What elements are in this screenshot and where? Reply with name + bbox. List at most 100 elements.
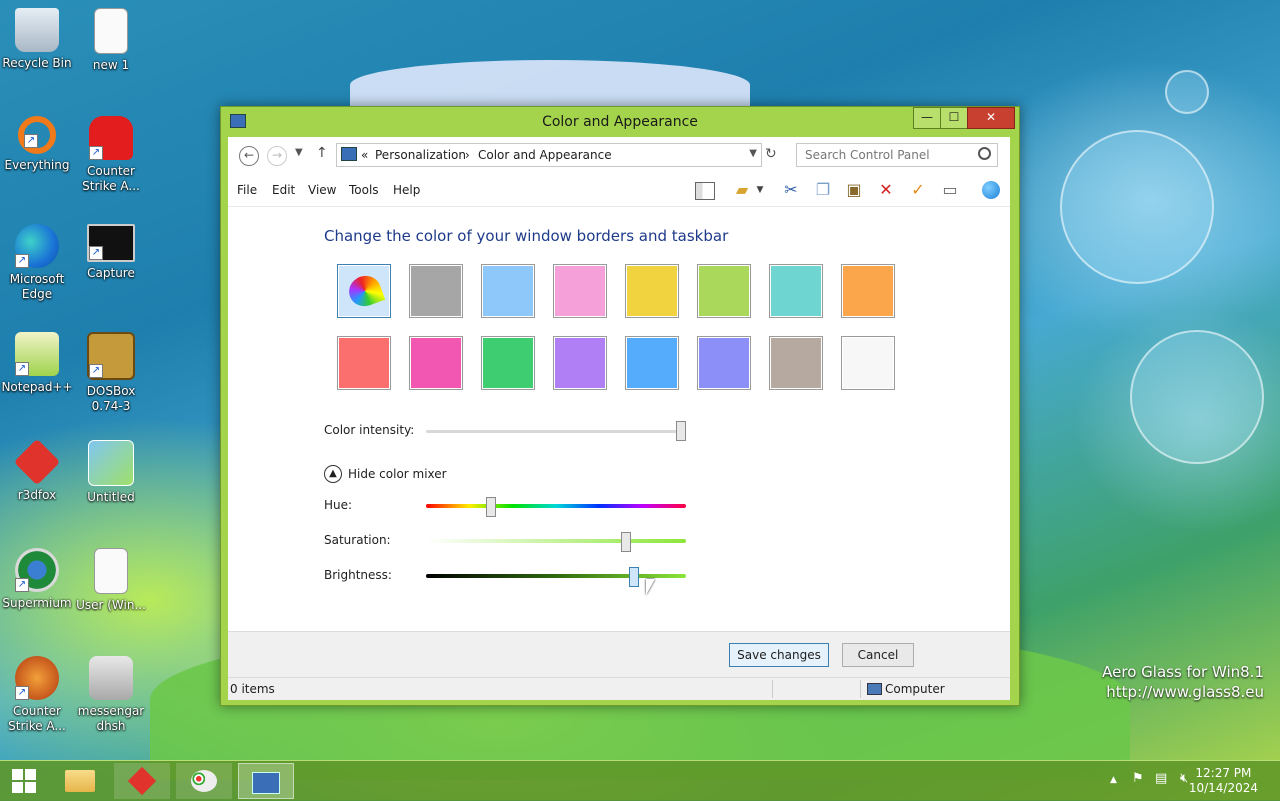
desktop-icon-r3dfox[interactable]: r3dfox — [1, 438, 73, 503]
color-swatch[interactable] — [553, 264, 607, 318]
color-swatch[interactable] — [841, 336, 895, 390]
swatch-fill — [627, 266, 677, 316]
delete-icon[interactable]: ✕ — [875, 179, 897, 201]
saturation-slider-thumb[interactable] — [621, 532, 631, 552]
checkmark-icon[interactable]: ✓ — [907, 179, 929, 201]
system-clock[interactable]: 12:27 PM 10/14/2024 — [1189, 766, 1258, 796]
menu-edit[interactable]: Edit — [272, 183, 295, 197]
swatch-fill — [411, 266, 461, 316]
desktop-icon-messengar[interactable]: messengar dhsh — [75, 656, 147, 734]
desktop-icon-untitled[interactable]: Untitled — [75, 440, 147, 505]
clock-date: 10/14/2024 — [1188, 781, 1258, 795]
search-icon[interactable] — [978, 147, 991, 160]
color-swatch[interactable] — [769, 336, 823, 390]
hue-slider-thumb[interactable] — [486, 497, 496, 517]
taskbar-r3dfox[interactable] — [114, 763, 170, 799]
color-swatch[interactable] — [841, 264, 895, 318]
breadcrumb-separator: › — [465, 148, 470, 162]
recent-pages-chevron-icon[interactable]: ▼ — [295, 147, 303, 158]
browser-icon — [127, 766, 157, 796]
desktop-icon-dosbox[interactable]: ↗ DOSBox 0.74-3 — [75, 332, 147, 414]
taskbar-paint[interactable] — [176, 763, 232, 799]
maximize-button[interactable]: ☐ — [940, 107, 968, 129]
desktop-icon-counter-strike-2[interactable]: ↗ Counter Strike A... — [1, 656, 73, 734]
desktop-icon-counter-strike[interactable]: ↗ Counter Strike A... — [75, 116, 147, 194]
up-arrow-icon[interactable]: ↑ — [316, 145, 328, 161]
color-swatch[interactable] — [481, 336, 535, 390]
breadcrumb-personalization[interactable]: Personalization — [375, 148, 466, 162]
color-swatch[interactable] — [697, 336, 751, 390]
aero-glass-watermark: Aero Glass for Win8.1 http://www.glass8.… — [1102, 663, 1264, 701]
desktop-icon-user[interactable]: User (Win... — [75, 548, 147, 613]
back-button[interactable]: ← — [239, 146, 259, 166]
close-button[interactable]: ✕ — [967, 107, 1015, 129]
cut-icon[interactable]: ✂ — [780, 179, 802, 201]
capture-icon: ↗ — [87, 224, 135, 262]
color-swatch[interactable] — [625, 264, 679, 318]
desktop-icon-label: DOSBox 0.74-3 — [86, 384, 136, 413]
network-icon[interactable]: ▤ — [1155, 771, 1167, 786]
hide-mixer-toggle[interactable]: ▲ Hide color mixer — [324, 465, 454, 485]
minimize-button[interactable]: — — [913, 107, 941, 129]
color-swatch-automatic[interactable] — [337, 264, 391, 318]
color-swatch[interactable] — [553, 336, 607, 390]
action-center-flag-icon[interactable]: ⚑ — [1132, 771, 1144, 786]
color-swatch[interactable] — [409, 336, 463, 390]
window-titlebar[interactable]: Color and Appearance — ☐ ✕ — [221, 107, 1019, 137]
paste-icon[interactable]: ▣ — [843, 179, 865, 201]
layout-pane-icon[interactable] — [694, 179, 716, 201]
copy-icon[interactable]: ❐ — [812, 179, 834, 201]
dropdown-chevron-icon[interactable]: ▼ — [754, 179, 766, 201]
taskbar-file-explorer[interactable] — [52, 763, 108, 799]
brightness-slider-thumb[interactable] — [628, 567, 639, 587]
desktop-icon-supermium[interactable]: ↗ Supermium — [1, 548, 73, 611]
color-swatch[interactable] — [769, 264, 823, 318]
address-bar[interactable]: « Personalization › Color and Appearance… — [336, 143, 762, 167]
globe-icon[interactable] — [980, 179, 1002, 201]
start-button[interactable] — [0, 763, 48, 799]
brightness-track[interactable] — [426, 574, 686, 578]
properties-icon[interactable]: ▭ — [939, 179, 961, 201]
desktop-icon-everything[interactable]: ↗ Everything — [1, 116, 73, 173]
control-panel-icon — [341, 147, 357, 161]
color-swatch[interactable] — [481, 264, 535, 318]
menu-tools[interactable]: Tools — [349, 183, 379, 197]
desktop-icon-notepadpp[interactable]: ↗ Notepad++ — [1, 332, 73, 395]
color-swatch[interactable] — [625, 336, 679, 390]
breadcrumb-color-appearance[interactable]: Color and Appearance — [478, 148, 612, 162]
address-dropdown-chevron-icon[interactable]: ▼ — [749, 148, 757, 159]
watermark-line1: Aero Glass for Win8.1 — [1102, 663, 1264, 681]
refresh-icon[interactable]: ↻ — [765, 146, 777, 162]
color-appearance-window: Color and Appearance — ☐ ✕ ← → ▼ ↑ « Per… — [220, 106, 1020, 706]
cancel-button[interactable]: Cancel — [842, 643, 914, 667]
desktop-icon-recycle-bin[interactable]: Recycle Bin — [1, 8, 73, 71]
menu-view[interactable]: View — [308, 183, 336, 197]
search-app-icon: ↗ — [18, 116, 56, 154]
desktop-icon-label: Capture — [87, 266, 135, 280]
color-swatch[interactable] — [697, 264, 751, 318]
desktop-icon-edge[interactable]: ↗ Microsoft Edge — [1, 224, 73, 302]
color-intensity-slider-thumb[interactable] — [676, 421, 686, 441]
shortcut-arrow-icon: ↗ — [24, 134, 38, 148]
volume-muted-icon[interactable]: 🔇︎ — [1180, 771, 1188, 786]
desktop-icon-label: Supermium — [2, 596, 72, 610]
menu-file[interactable]: File — [237, 183, 257, 197]
folder-options-icon[interactable]: ▰ — [731, 179, 753, 201]
desktop-icon-capture[interactable]: ↗ Capture — [75, 224, 147, 281]
color-intensity-track[interactable] — [426, 430, 686, 433]
search-input[interactable]: Search Control Panel — [796, 143, 998, 167]
menu-help[interactable]: Help — [393, 183, 420, 197]
swatch-fill — [339, 338, 389, 388]
save-changes-button[interactable]: Save changes — [729, 643, 829, 667]
show-hidden-icons-chevron-icon[interactable]: ▲ — [1110, 775, 1117, 785]
desktop-icon-label: Notepad++ — [1, 380, 73, 394]
hue-track[interactable] — [426, 504, 686, 508]
forward-button[interactable]: → — [267, 146, 287, 166]
desktop-icon-new1[interactable]: new 1 — [75, 8, 147, 73]
windows-logo-icon — [12, 769, 36, 793]
taskbar-control-panel[interactable] — [238, 763, 294, 799]
color-swatch[interactable] — [409, 264, 463, 318]
saturation-track[interactable] — [426, 539, 686, 543]
color-swatch[interactable] — [337, 336, 391, 390]
watermark-line2: http://www.glass8.eu — [1106, 683, 1264, 701]
